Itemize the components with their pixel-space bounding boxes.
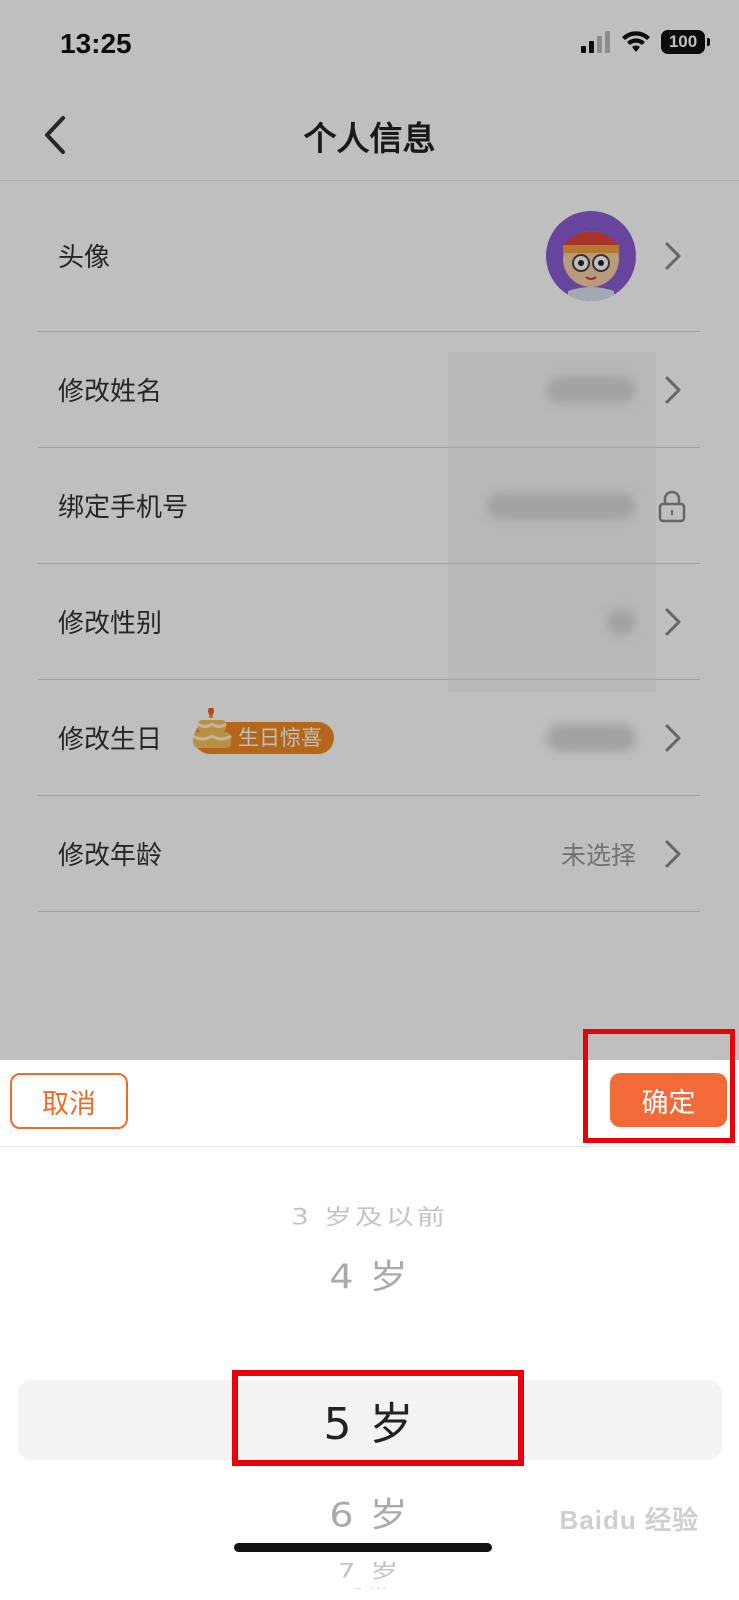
picker-option-faded: 8 岁 [0,1585,739,1590]
picker-option[interactable]: 3 岁及以前 [0,1200,739,1231]
cancel-button[interactable]: 取消 [10,1073,128,1129]
selected-option-highlight-box [232,1370,524,1466]
picker-option[interactable]: 4 岁 [0,1249,739,1299]
picker-option[interactable]: 7 岁 [0,1556,739,1584]
modal-backdrop[interactable] [0,0,739,1060]
picker-toolbar: 取消 确定 [0,1029,739,1147]
home-indicator [234,1543,492,1552]
watermark: Baidu 经验 [559,1505,699,1535]
confirm-highlight-box [583,1029,735,1143]
